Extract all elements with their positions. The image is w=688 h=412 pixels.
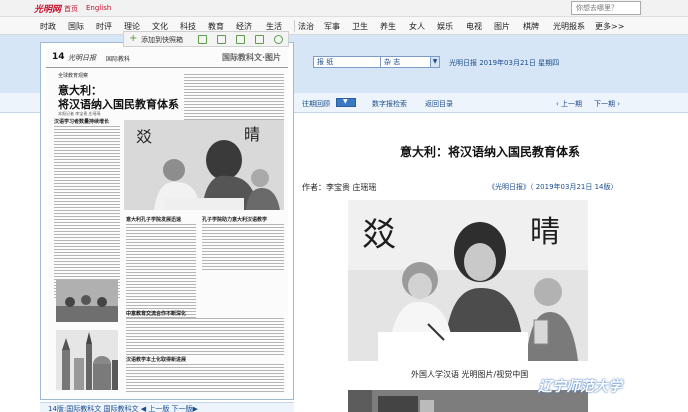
nav-item[interactable]: 时评 bbox=[96, 21, 112, 32]
nav-item[interactable]: 军事 bbox=[324, 21, 340, 32]
photo-caption: 外国人学汉语 光明图片/视觉中国 bbox=[411, 370, 529, 379]
nav-item[interactable]: 法治 bbox=[298, 21, 314, 32]
page-section: 国际教科 bbox=[106, 56, 131, 63]
nav-item[interactable]: 时政 bbox=[40, 21, 56, 32]
text-block bbox=[126, 318, 284, 357]
issue-date: 光明日报 2019年03月21日 星期四 bbox=[449, 59, 560, 67]
nav-item[interactable]: 女人 bbox=[409, 21, 425, 32]
settings-icon[interactable] bbox=[274, 35, 283, 44]
nav-item[interactable]: 娱乐 bbox=[437, 21, 453, 32]
paper-search-link[interactable]: 数字报检索 bbox=[372, 99, 407, 109]
chevron-right-icon: › bbox=[615, 100, 621, 108]
add-to-snapshot-button[interactable]: 添加到快照箱 bbox=[141, 35, 183, 45]
page-byline: 本报记者 李宝贵 庄瑶瑶 bbox=[58, 111, 101, 116]
magazine-select-value: 杂 志 bbox=[384, 58, 401, 66]
magazine-select[interactable]: 杂 志 ▼ bbox=[380, 56, 440, 68]
nav-item[interactable]: 光明报系 bbox=[553, 21, 585, 32]
svg-text:晴: 晴 bbox=[530, 215, 560, 250]
page-photo[interactable]: 㸚 晴 bbox=[124, 120, 284, 210]
nav-item[interactable]: 国际 bbox=[68, 21, 84, 32]
chevron-down-icon: ▼ bbox=[430, 57, 439, 67]
snapshot-toolbar: + 添加到快照箱 bbox=[123, 31, 289, 47]
subhead[interactable]: 中意教育交流合作不断深化 bbox=[126, 310, 186, 317]
nav-item[interactable]: 图片 bbox=[494, 21, 510, 32]
save-icon[interactable] bbox=[236, 35, 245, 44]
top-bar: 光明网 首页 English bbox=[0, 0, 688, 17]
subhead[interactable]: 意大利孔子学院发展迅速 bbox=[126, 216, 181, 223]
next-issue-link[interactable]: 下一期 › bbox=[594, 99, 620, 109]
paper-select-value: 报 纸 bbox=[317, 58, 334, 66]
nav-item[interactable]: 电视 bbox=[466, 21, 482, 32]
chevron-down-icon: ▼ bbox=[343, 98, 348, 105]
nav-item[interactable]: 卫生 bbox=[352, 21, 368, 32]
page-number: 14 bbox=[52, 52, 65, 62]
newspaper-page-viewer[interactable]: 14 光明日报 国际教科 国际教科文·图片 全球教育观察 意大利： 将汉语纳入国… bbox=[40, 42, 294, 400]
svg-text:晴: 晴 bbox=[244, 125, 260, 144]
newspaper-page[interactable]: 14 光明日报 国际教科 国际教科文·图片 全球教育观察 意大利： 将汉语纳入国… bbox=[46, 48, 288, 394]
archive-link[interactable]: 往期回顾 bbox=[302, 99, 330, 109]
back-to-contents-link[interactable]: 返回目录 bbox=[425, 99, 453, 109]
article-photo[interactable]: 㸚 晴 bbox=[348, 200, 588, 361]
nav-item[interactable]: 养生 bbox=[380, 21, 396, 32]
page-headline[interactable]: 将汉语纳入国民教育体系 bbox=[58, 96, 179, 112]
document-icon[interactable] bbox=[198, 35, 207, 44]
prev-issue-link[interactable]: ‹ 上一期 bbox=[556, 99, 582, 109]
page-photo-small[interactable] bbox=[56, 280, 118, 322]
page-pager-text[interactable]: 14版:国际教科文 国际教科文 ◀ 上一版 下一版▶ bbox=[48, 404, 198, 412]
plus-icon[interactable]: + bbox=[129, 33, 137, 44]
article-title: 意大利：将汉语纳入国民教育体系 bbox=[399, 145, 580, 159]
svg-text:㸚: 㸚 bbox=[136, 127, 152, 146]
main-nav: 时政 国际 时评 理论 文化 科技 教育 经济 生活 法治 军事 卫生 养生 女… bbox=[0, 17, 688, 35]
site-search-input[interactable] bbox=[571, 1, 641, 15]
nav-divider bbox=[294, 20, 295, 32]
paper-logo: 光明日报 bbox=[68, 54, 96, 62]
text-block bbox=[126, 364, 284, 394]
expand-icon[interactable] bbox=[217, 35, 226, 44]
site-logo[interactable]: 光明网 bbox=[34, 2, 61, 15]
text-block bbox=[54, 126, 120, 300]
article-source: 《光明日报》（ 2019年03月21日 14版） bbox=[488, 183, 618, 191]
watermark: 辽宁师范大学 bbox=[538, 379, 622, 395]
subhead[interactable]: 孔子学院助力意大利汉语教学 bbox=[202, 216, 267, 223]
archive-dropdown[interactable]: ▼ bbox=[336, 98, 356, 107]
nav-more-link[interactable]: 更多>> bbox=[595, 21, 624, 32]
article-author: 作者：李宝贵 庄瑶瑶 bbox=[302, 183, 377, 192]
text-block bbox=[126, 224, 196, 320]
share-icon[interactable] bbox=[255, 35, 264, 44]
subhead[interactable]: 汉语教学本土化取得新进展 bbox=[126, 356, 186, 363]
nav-item[interactable]: 棋牌 bbox=[523, 21, 539, 32]
svg-text:㸚: 㸚 bbox=[362, 215, 396, 255]
column-header: 全球教育观察 bbox=[58, 73, 89, 79]
page-photo-city[interactable] bbox=[56, 330, 118, 390]
english-link[interactable]: English bbox=[86, 4, 111, 12]
text-block bbox=[202, 224, 284, 272]
page-header: 14 光明日报 国际教科 国际教科文·图片 bbox=[46, 48, 288, 68]
home-link[interactable]: 首页 bbox=[64, 4, 78, 14]
subhead[interactable]: 汉语学习者数量持续增长 bbox=[54, 118, 109, 125]
page-side-title: 国际教科文·图片 bbox=[222, 53, 282, 62]
